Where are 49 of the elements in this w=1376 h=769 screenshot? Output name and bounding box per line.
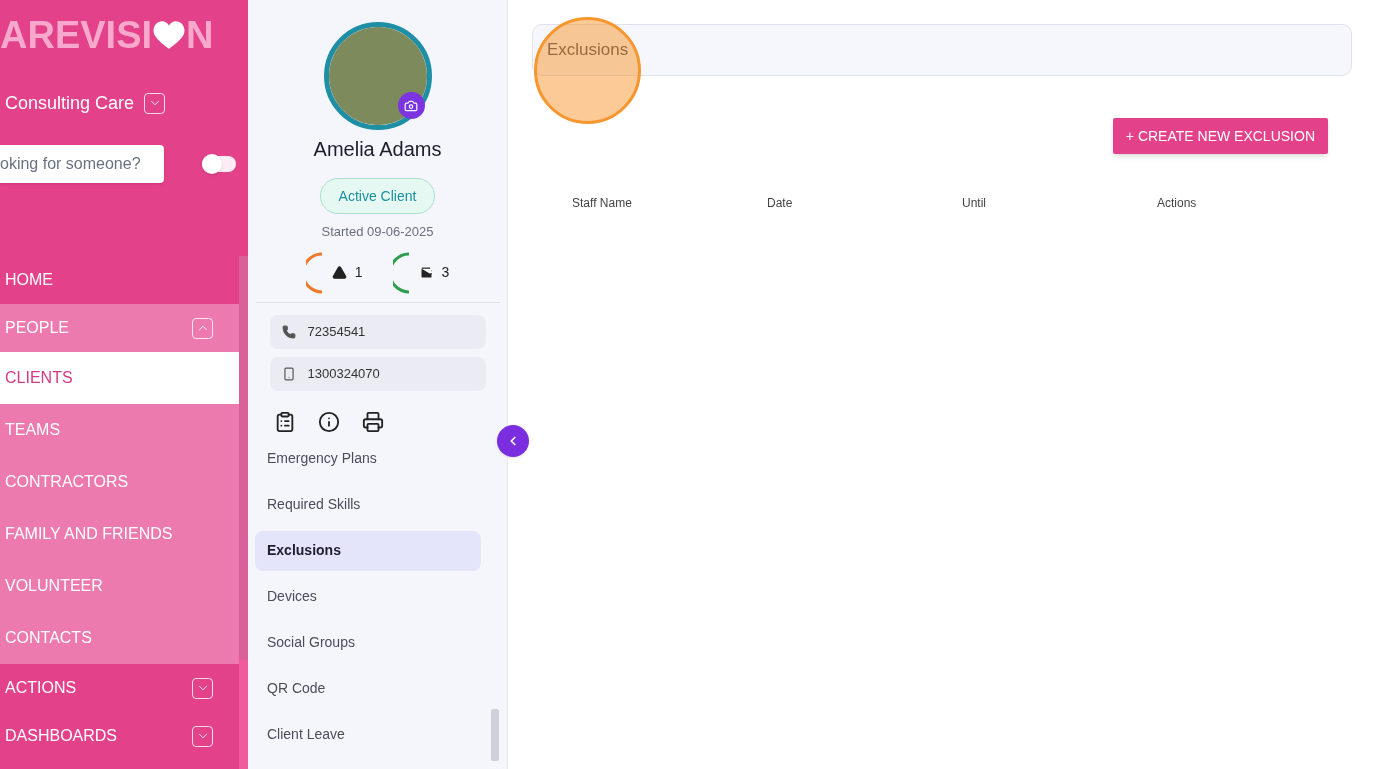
nav-label: ACTIONS — [5, 678, 77, 698]
logo-text: N — [186, 16, 214, 54]
collapse-button[interactable] — [497, 425, 529, 457]
stat-count: 3 — [441, 263, 450, 282]
section-tab[interactable]: Exclusions — [255, 530, 481, 571]
column-header: Until — [962, 195, 987, 212]
mobile-icon — [281, 366, 296, 381]
nav-label: DASHBOARDS — [5, 726, 118, 746]
phone-number: 72354541 — [307, 322, 366, 341]
collapse-icon[interactable] — [192, 317, 213, 339]
logo-text: AREVISI — [0, 16, 153, 54]
warning-icon — [331, 265, 347, 280]
nav-label: HOME — [5, 270, 53, 290]
expand-icon[interactable] — [192, 677, 213, 699]
column-header: Date — [767, 195, 794, 212]
search-field[interactable]: oking for someone? — [0, 145, 164, 183]
create-exclusion-button[interactable]: + CREATE NEW EXCLUSION — [1112, 118, 1328, 154]
expand-icon[interactable] — [192, 725, 213, 747]
printer-icon[interactable] — [361, 410, 384, 433]
company-name: Consulting Care — [5, 91, 135, 115]
nav-label: PEOPLE — [5, 318, 70, 338]
phone-icon — [281, 324, 296, 339]
info-icon[interactable] — [317, 410, 340, 433]
client-name: Amelia Adams — [313, 137, 442, 162]
section-tab[interactable]: Social Groups — [255, 622, 481, 663]
nav-subitem[interactable]: VOLUNTEER — [0, 560, 239, 612]
nav-subitem[interactable]: TEAMS — [0, 404, 239, 456]
section-tab[interactable]: QR Code — [255, 668, 481, 709]
nav-subitem[interactable]: CONTRACTORS — [0, 456, 239, 508]
section-tab[interactable]: Required Skills — [255, 484, 481, 525]
mobile-number: 1300324070 — [307, 364, 380, 383]
status-badge: Active Client — [319, 178, 436, 214]
toggle-switch[interactable] — [202, 156, 236, 172]
nav-subitem[interactable]: CLIENTS — [0, 352, 239, 404]
expand-icon[interactable] — [144, 92, 166, 114]
wallet-icon — [418, 265, 434, 280]
stat-count: 1 — [354, 263, 363, 282]
nav-subitem[interactable]: FAMILY AND FRIENDS — [0, 508, 239, 560]
nav-subitem[interactable]: CONTACTS — [0, 612, 239, 664]
section-tab[interactable]: Devices — [255, 576, 481, 617]
column-header: Actions — [1157, 195, 1198, 212]
started-date: Started 09-06-2025 — [321, 223, 434, 241]
page-title: Exclusions — [547, 39, 629, 62]
section-tab[interactable]: Client Leave — [255, 714, 481, 755]
scrollbar[interactable] — [239, 256, 248, 769]
camera-icon — [404, 98, 418, 113]
heart-icon — [152, 20, 187, 50]
column-header: Staff Name — [572, 195, 633, 212]
section-tab[interactable]: Emergency Plans — [255, 438, 481, 479]
